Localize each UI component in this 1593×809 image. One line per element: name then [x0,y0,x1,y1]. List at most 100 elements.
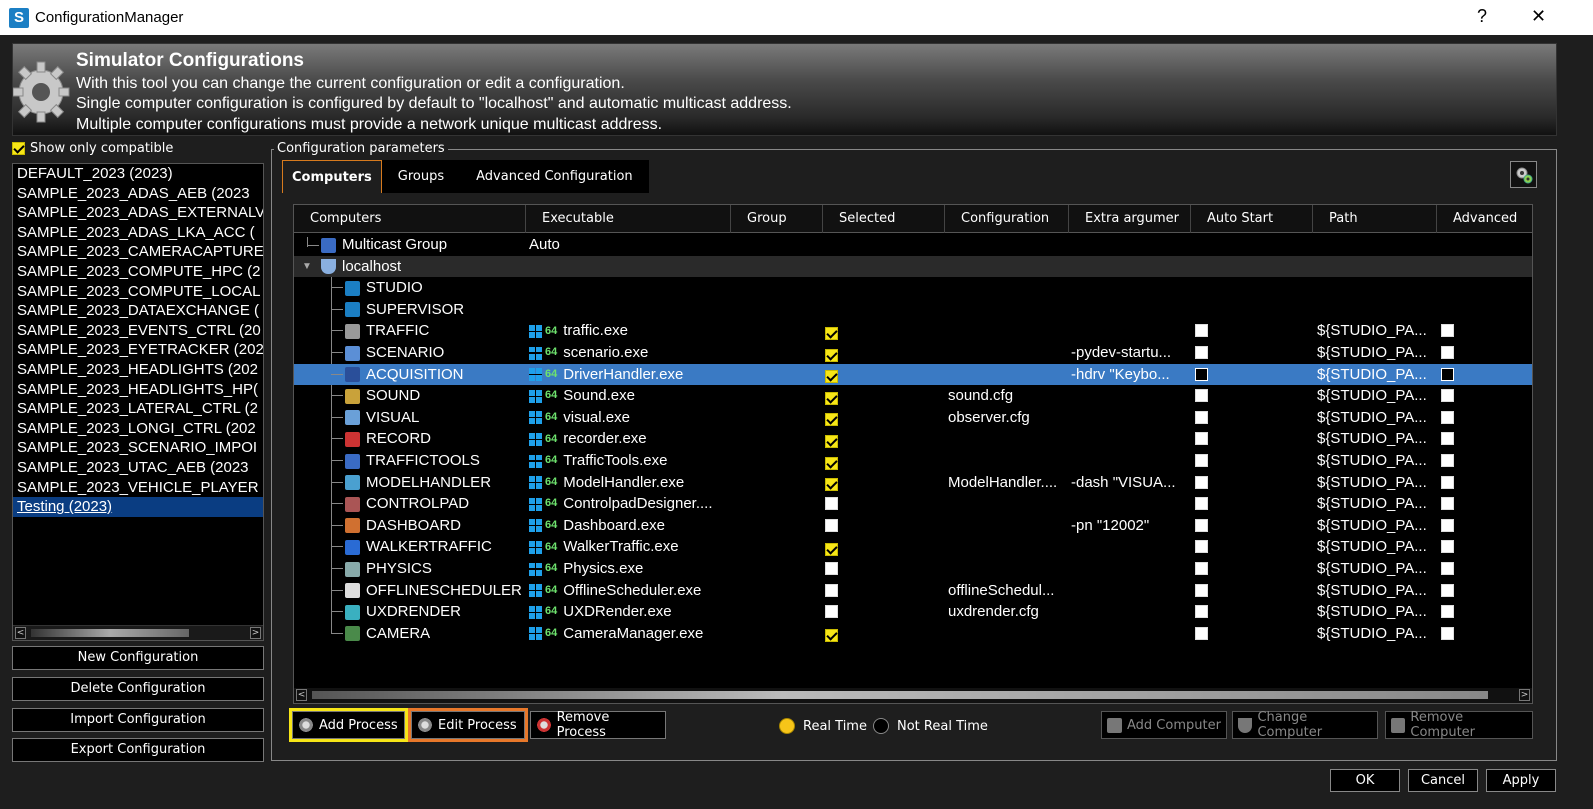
expand-arrow-icon[interactable]: ▼ [302,256,312,278]
selected-checkbox[interactable] [825,629,838,643]
close-button[interactable]: ✕ [1531,6,1546,27]
selected-checkbox[interactable] [825,391,838,405]
process-row[interactable]: OFFLINESCHEDULER 64 OfflineScheduler.exe of… [294,580,1532,602]
selected-checkbox[interactable] [825,456,838,470]
localhost-row[interactable]: ▼ localhost [294,255,1532,278]
scroll-left-icon[interactable]: < [15,627,26,639]
advanced-checkbox[interactable] [1441,389,1454,403]
auto-start-checkbox[interactable] [1195,324,1208,338]
advanced-checkbox[interactable] [1441,454,1454,467]
config-list-item[interactable]: SAMPLE_2023_CAMERACAPTURE [13,242,263,262]
selected-checkbox[interactable] [825,326,838,340]
selected-checkbox[interactable] [825,434,838,448]
config-list-item[interactable]: SAMPLE_2023_LATERAL_CTRL (2 [13,399,263,419]
import-configuration-button[interactable]: Import Configuration [12,708,264,732]
selected-checkbox[interactable] [825,542,838,556]
config-list-item[interactable]: SAMPLE_2023_ADAS_AEB (2023 [13,184,263,204]
selected-checkbox[interactable] [825,497,838,511]
auto-start-checkbox[interactable] [1195,562,1208,575]
config-list-item[interactable]: SAMPLE_2023_EYETRACKER (202 [13,340,263,360]
config-list-item[interactable]: SAMPLE_2023_UTAC_AEB (2023 [13,458,263,478]
config-list-item[interactable]: SAMPLE_2023_EVENTS_CTRL (20 [13,321,263,341]
settings-gear-button[interactable] [1510,161,1537,188]
cancel-button[interactable]: Cancel [1408,769,1478,792]
process-row[interactable]: VISUAL 64 visual.exe observer.cfg ${STUDIO_P… [294,407,1532,429]
advanced-checkbox[interactable] [1441,583,1454,597]
selected-checkbox[interactable] [825,518,838,532]
selected-checkbox[interactable] [825,478,838,492]
auto-start-checkbox[interactable] [1195,583,1208,597]
configuration-list[interactable]: DEFAULT_2023 (2023) SAMPLE_2023_ADAS_AEB … [12,163,264,641]
edit-process-button[interactable]: Edit Process [408,708,528,742]
process-row[interactable]: TRAFFIC 64 traffic.exe ${STUDIO_PA... [294,320,1532,342]
auto-start-checkbox[interactable] [1195,605,1208,619]
config-list-item[interactable]: SAMPLE_2023_COMPUTE_LOCAL [13,282,263,302]
auto-start-checkbox[interactable] [1195,518,1208,532]
config-list-item[interactable]: Testing (2023) [13,497,263,517]
show-compatible-checkbox[interactable] [12,142,25,155]
help-button[interactable]: ? [1477,6,1487,27]
column-advanced[interactable]: Advanced [1437,205,1532,233]
add-process-button[interactable]: Add Process [289,708,408,742]
process-row[interactable]: ACQUISITION 64 DriverHandler.exe -hdrv "Key… [294,363,1532,386]
export-configuration-button[interactable]: Export Configuration [12,738,264,762]
computers-grid[interactable]: Computers Executable Group Selected Conf… [293,204,1533,704]
config-list-item[interactable]: SAMPLE_2023_LONGI_CTRL (202 [13,419,263,439]
advanced-checkbox[interactable] [1441,346,1454,359]
ok-button[interactable]: OK [1330,769,1400,792]
auto-start-checkbox[interactable] [1195,367,1208,381]
config-list-item[interactable]: SAMPLE_2023_ADAS_LKA_ACC ( [13,223,263,243]
advanced-checkbox[interactable] [1441,605,1454,619]
column-computers[interactable]: Computers [294,205,526,233]
add-computer-button[interactable]: Add Computer [1101,711,1227,739]
process-row[interactable]: UXDRENDER 64 UXDRender.exe uxdrender.cfg ${S… [294,601,1532,623]
grid-scroll-right-icon[interactable]: > [1519,689,1530,701]
selected-checkbox[interactable] [825,562,838,575]
config-list-item[interactable]: SAMPLE_2023_SCENARIO_IMPOI [13,438,263,458]
grid-scroll-left-icon[interactable]: < [296,689,307,701]
column-configuration[interactable]: Configuration [945,205,1069,233]
delete-configuration-button[interactable]: Delete Configuration [12,677,264,701]
advanced-checkbox[interactable] [1441,432,1454,446]
selected-checkbox[interactable] [825,348,838,362]
selected-checkbox[interactable] [825,370,838,384]
process-row[interactable]: PHYSICS 64 Physics.exe ${STUDIO_PA... [294,558,1532,580]
advanced-checkbox[interactable] [1441,497,1454,511]
selected-checkbox[interactable] [825,413,838,427]
scroll-right-icon[interactable]: > [250,627,261,639]
real-time-radio[interactable]: Real Time [779,718,867,734]
config-list-item[interactable]: SAMPLE_2023_COMPUTE_HPC (2 [13,262,263,282]
config-list-item[interactable]: SAMPLE_2023_DATAEXCHANGE ( [13,301,263,321]
advanced-checkbox[interactable] [1441,540,1454,554]
process-row[interactable]: STUDIO [294,277,1532,299]
column-path[interactable]: Path [1313,205,1437,233]
column-selected[interactable]: Selected [823,205,945,233]
process-row[interactable]: SUPERVISOR [294,299,1532,321]
advanced-checkbox[interactable] [1441,410,1454,424]
tab-groups[interactable]: Groups [381,160,461,193]
column-executable[interactable]: Executable [526,205,731,233]
tab-advanced-configuration[interactable]: Advanced Configuration [460,160,649,193]
config-list-item[interactable]: SAMPLE_2023_HEADLIGHTS (202 [13,360,263,380]
config-list-item[interactable]: SAMPLE_2023_VEHICLE_PLAYER [13,478,263,498]
advanced-checkbox[interactable] [1441,562,1454,575]
advanced-checkbox[interactable] [1441,518,1454,532]
new-configuration-button[interactable]: New Configuration [12,646,264,670]
remove-process-button[interactable]: Remove Process [530,710,666,740]
auto-start-checkbox[interactable] [1195,432,1208,446]
column-auto-start[interactable]: Auto Start [1191,205,1313,233]
auto-start-checkbox[interactable] [1195,497,1208,511]
auto-start-checkbox[interactable] [1195,389,1208,403]
advanced-checkbox[interactable] [1441,324,1454,338]
auto-start-checkbox[interactable] [1195,540,1208,554]
advanced-checkbox[interactable] [1441,367,1454,381]
multicast-group-row[interactable]: Multicast Group Auto [294,234,1532,256]
process-row[interactable]: WALKERTRAFFIC 64 WalkerTraffic.exe ${STUDIO… [294,536,1532,558]
remove-computer-button[interactable]: Remove Computer [1385,710,1533,740]
scroll-thumb[interactable] [31,629,189,637]
grid-horizontal-scrollbar[interactable]: < > [294,688,1532,703]
process-row[interactable]: DASHBOARD 64 Dashboard.exe -pn "12002" ${STU… [294,515,1532,537]
not-real-time-radio-dot[interactable] [873,718,889,734]
selected-checkbox[interactable] [825,605,838,619]
process-row[interactable]: CONTROLPAD 64 ControlpadDesigner.... ${STUD… [294,493,1532,515]
